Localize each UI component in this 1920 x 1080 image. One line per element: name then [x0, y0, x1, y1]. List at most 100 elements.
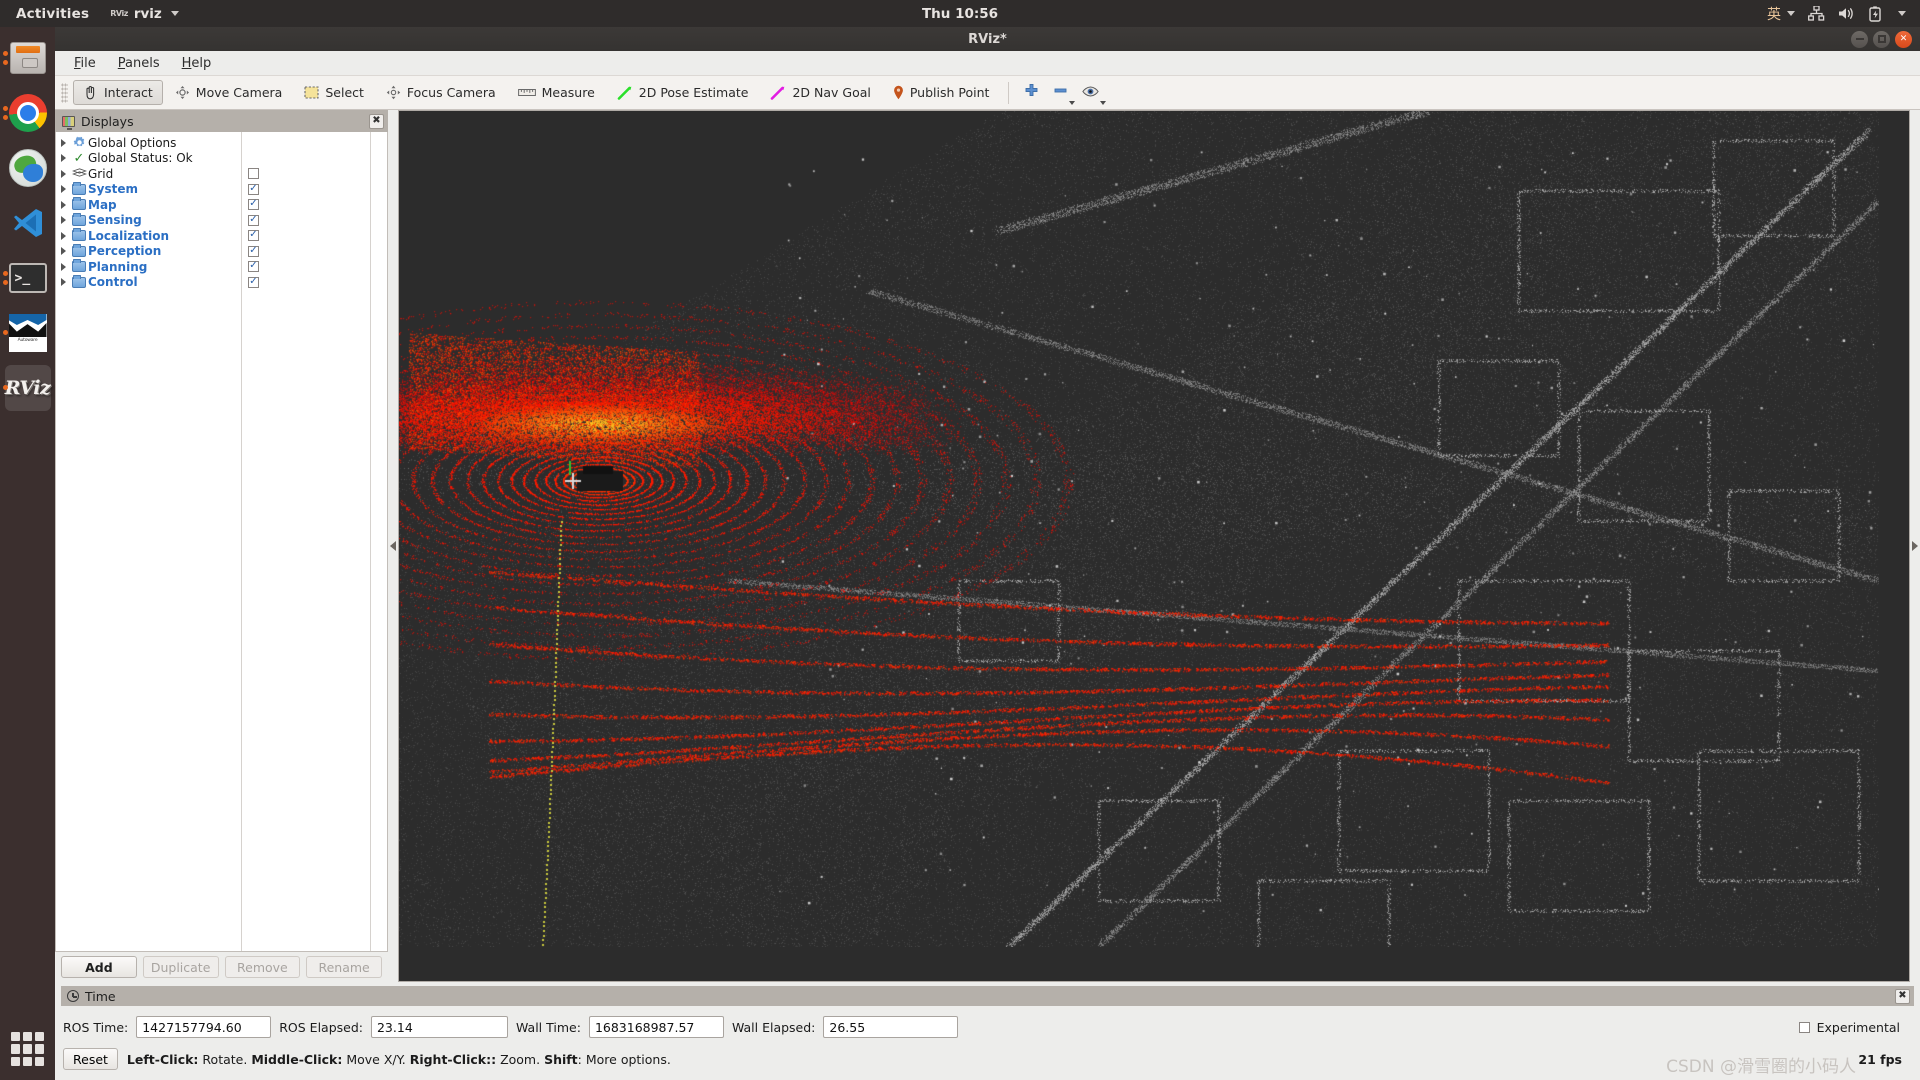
tool-move-camera[interactable]: Move Camera — [165, 80, 293, 105]
tree-checkbox-grid[interactable] — [242, 166, 370, 182]
system-tray: 英 — [1767, 4, 1920, 24]
menu-help[interactable]: Help — [173, 53, 221, 74]
expand-arrow-icon[interactable] — [56, 138, 70, 147]
tree-row-global-status[interactable]: ✓ Global Status: Ok — [56, 151, 241, 167]
tree-row-planning[interactable]: Planning — [56, 259, 241, 275]
expand-arrow-icon[interactable] — [56, 154, 70, 163]
tree-label: Map — [88, 197, 117, 212]
tree-row-sensing[interactable]: Sensing — [56, 212, 241, 229]
chevron-down-icon[interactable] — [1069, 101, 1076, 105]
experimental-toggle[interactable]: Experimental — [1798, 1020, 1912, 1035]
3d-render-view[interactable] — [398, 110, 1910, 982]
expand-arrow-icon[interactable] — [56, 169, 70, 178]
tree-row-map[interactable]: Map — [56, 197, 241, 213]
tree-checkbox-control[interactable] — [242, 275, 370, 291]
tree-checkbox-perception[interactable] — [242, 244, 370, 260]
expand-arrow-icon[interactable] — [56, 247, 70, 256]
menu-panels[interactable]: Panels — [109, 53, 169, 74]
checkbox[interactable] — [248, 245, 259, 257]
terminal-icon: >_ — [8, 263, 47, 293]
tool-2d-pose-estimate[interactable]: 2D Pose Estimate — [607, 80, 759, 105]
expand-arrow-icon[interactable] — [56, 200, 70, 209]
tree-checkbox-system[interactable] — [242, 182, 370, 198]
tree-row-control[interactable]: Control — [56, 274, 241, 291]
close-icon[interactable]: ✕ — [1895, 30, 1912, 48]
activities-button[interactable]: Activities — [0, 6, 102, 22]
left-splitter-handle[interactable] — [388, 110, 398, 982]
tool-select[interactable]: Select — [294, 80, 374, 105]
experimental-checkbox[interactable] — [1798, 1021, 1810, 1033]
checkbox[interactable] — [248, 261, 259, 273]
dock-item-autoware[interactable]: Autoware — [2, 310, 51, 356]
expand-arrow-icon[interactable] — [56, 185, 70, 194]
close-icon[interactable]: ✖ — [369, 113, 384, 129]
right-splitter-handle[interactable] — [1910, 110, 1920, 982]
checkbox[interactable] — [248, 183, 259, 195]
tool-interact[interactable]: Interact — [73, 80, 163, 105]
tool-properties-button[interactable] — [1076, 79, 1107, 106]
checkbox[interactable] — [248, 168, 259, 180]
tool-focus-camera[interactable]: Focus Camera — [376, 80, 506, 105]
tree-row-global-options[interactable]: Global Options — [56, 135, 241, 151]
battery-charging-icon[interactable] — [1869, 5, 1882, 22]
tree-row-localization[interactable]: Localization — [56, 228, 241, 244]
app-menu-rviz[interactable]: RViz rviz — [102, 6, 187, 22]
expand-arrow-icon[interactable] — [56, 262, 70, 271]
tree-row-system[interactable]: System — [56, 181, 241, 198]
dock-item-browser[interactable] — [5, 145, 51, 191]
minimize-icon[interactable] — [1851, 30, 1868, 48]
tree-checkbox-map[interactable] — [242, 197, 370, 213]
tool-label: Interact — [104, 85, 153, 100]
tree-row-grid[interactable]: Grid — [56, 166, 241, 182]
tree-checkbox-localization[interactable] — [242, 228, 370, 244]
ros-elapsed-field[interactable]: 23.14 — [370, 1016, 508, 1038]
ime-indicator[interactable]: 英 — [1767, 4, 1781, 24]
dock-item-files[interactable] — [2, 35, 51, 81]
app-grid-icon[interactable] — [10, 1032, 45, 1066]
ime-chevron-down-icon[interactable] — [1787, 11, 1795, 16]
close-icon[interactable]: ✖ — [1895, 988, 1910, 1004]
checkbox[interactable] — [248, 199, 259, 211]
tree-checkbox-sensing[interactable] — [242, 213, 370, 229]
tree-checkbox-planning[interactable] — [242, 259, 370, 275]
tool-2d-nav-goal[interactable]: 2D Nav Goal — [760, 80, 880, 105]
tree-row-perception[interactable]: Perception — [56, 243, 241, 260]
volume-icon[interactable] — [1838, 6, 1856, 21]
expand-arrow-icon[interactable] — [56, 278, 70, 287]
wall-time-field[interactable]: 1683168987.57 — [588, 1016, 724, 1038]
checkbox[interactable] — [248, 276, 259, 288]
point-cloud-canvas[interactable] — [399, 111, 1879, 947]
folder-icon — [70, 243, 88, 257]
clock[interactable]: Thu 10:56 — [0, 6, 1920, 22]
add-tool-button[interactable] — [1018, 79, 1045, 106]
tool-measure[interactable]: Measure — [508, 80, 605, 105]
maximize-icon[interactable] — [1873, 30, 1890, 48]
dock-item-vscode[interactable] — [5, 200, 51, 246]
ros-time-field[interactable]: 1427157794.60 — [136, 1016, 272, 1038]
remove-tool-button[interactable] — [1047, 79, 1076, 106]
tree-label: Localization — [88, 228, 170, 243]
chevron-down-icon[interactable] — [1100, 101, 1107, 105]
displays-tree[interactable]: Global Options ✓ Global Status: Ok Grid — [55, 132, 388, 952]
menu-file[interactable]: File — [65, 53, 105, 74]
remove-button: Remove — [224, 956, 301, 978]
expand-arrow-icon[interactable] — [56, 216, 70, 225]
map-pin-icon — [893, 85, 904, 100]
dock-item-terminal[interactable]: >_ — [2, 255, 51, 301]
system-menu-chevron-down-icon[interactable] — [1898, 11, 1906, 16]
expand-arrow-icon[interactable] — [56, 231, 70, 240]
dock-item-chrome[interactable] — [2, 90, 51, 136]
wall-elapsed-label: Wall Elapsed: — [731, 1019, 816, 1035]
checkbox[interactable] — [248, 214, 259, 226]
running-dot — [2, 280, 8, 285]
add-button[interactable]: Add — [61, 956, 137, 978]
ros-time-label: ROS Time: — [63, 1019, 129, 1035]
tool-label: 2D Pose Estimate — [638, 85, 749, 100]
reset-button[interactable]: Reset — [63, 1048, 118, 1070]
network-icon[interactable] — [1808, 6, 1825, 21]
dock-item-rviz[interactable]: RViz — [2, 365, 51, 411]
tool-publish-point[interactable]: Publish Point — [883, 80, 1000, 105]
toolbar-grip[interactable] — [61, 82, 68, 103]
checkbox[interactable] — [248, 230, 259, 242]
wall-elapsed-field[interactable]: 26.55 — [823, 1016, 959, 1038]
